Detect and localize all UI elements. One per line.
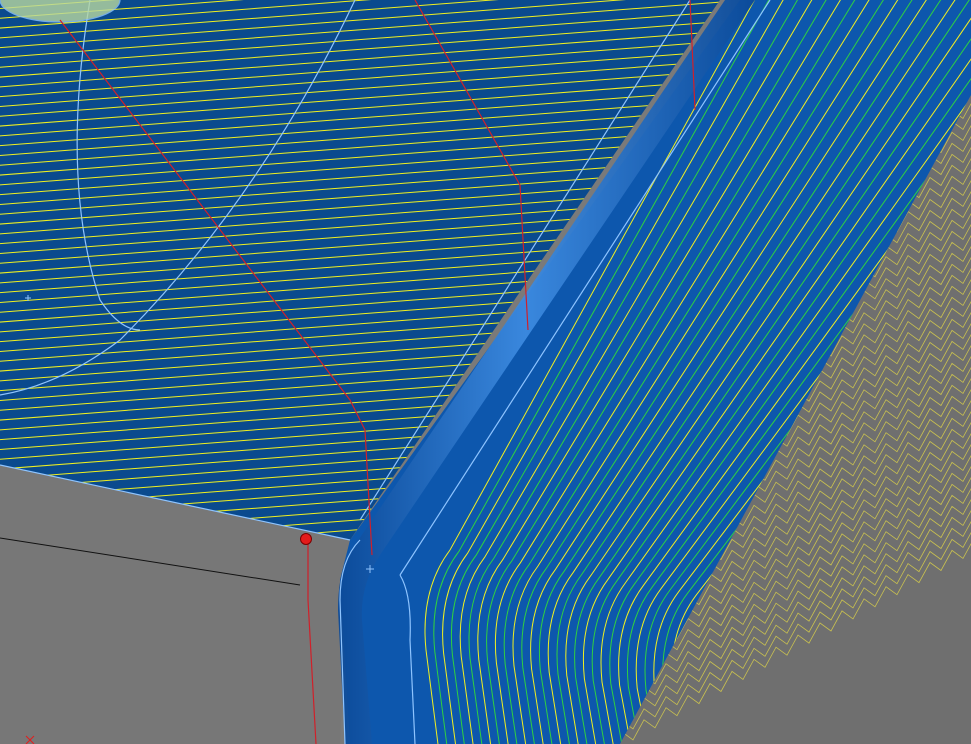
cam-3d-viewport[interactable] [0, 0, 971, 744]
toolpath-scene[interactable] [0, 0, 971, 744]
start-point-icon[interactable] [300, 533, 312, 545]
